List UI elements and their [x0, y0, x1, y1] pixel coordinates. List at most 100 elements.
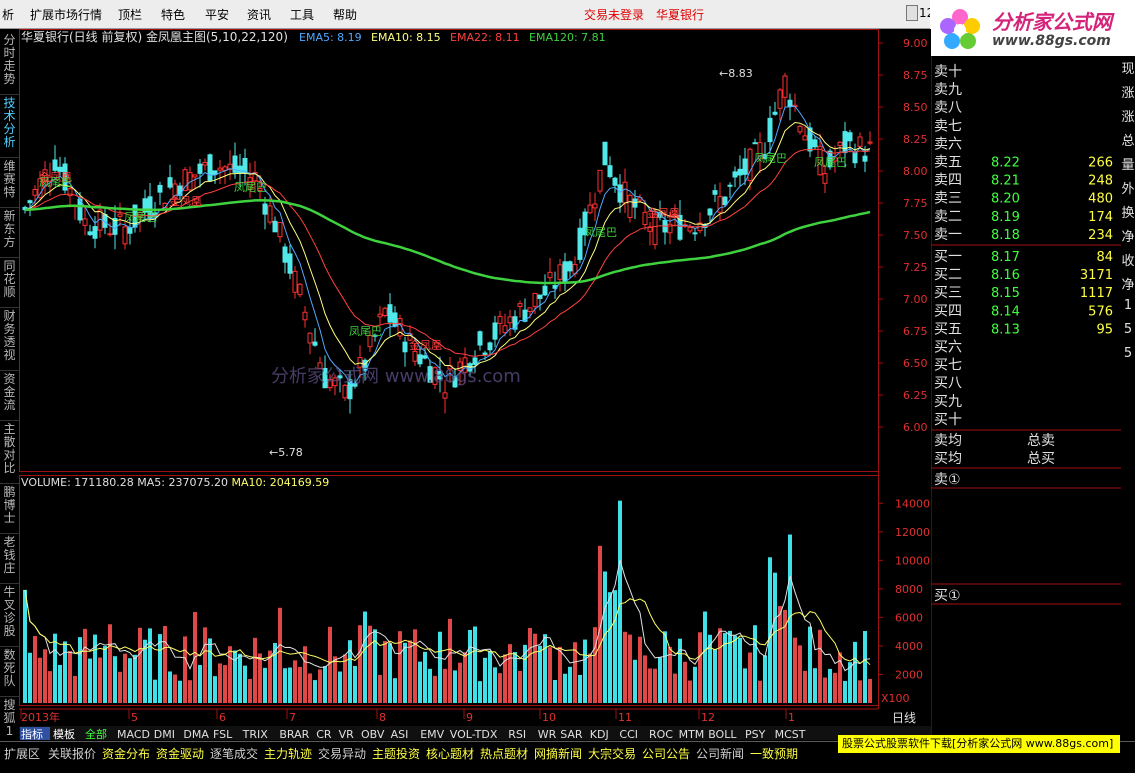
volume-bar [663, 631, 667, 703]
indicator-tab[interactable]: VR [339, 728, 355, 741]
indicator-tab[interactable]: ASI [391, 728, 409, 741]
bottom-tab[interactable]: 逐笔成交 [210, 745, 258, 762]
volume-bar [863, 631, 867, 703]
candle-body [177, 185, 183, 196]
indicator-tab[interactable]: EMV [420, 728, 444, 741]
bottom-tab[interactable]: 主题投资 [372, 745, 420, 762]
indicator-tab[interactable]: DMA [183, 728, 209, 741]
left-nav-item[interactable]: 财务透视 [0, 307, 19, 371]
x-axis-label: 11 [618, 711, 632, 724]
indicator-tab[interactable]: BRAR [279, 728, 309, 741]
left-nav-item[interactable]: 新东方 [0, 207, 19, 258]
candle-body [497, 315, 503, 324]
menu-item-news[interactable]: 资讯 [247, 6, 271, 23]
kline-chart[interactable]: ←8.83←5.78金凤凰凤尾巴凤尾巴金凤凰凤尾巴凤尾巴金凤凰凤尾巴金凤凰凤尾巴… [19, 29, 931, 741]
volume-bar [688, 680, 692, 703]
bottom-tab[interactable]: 资金分布 [102, 745, 150, 762]
bottom-tab[interactable]: 大宗交易 [588, 745, 636, 762]
left-nav-item[interactable]: 老钱庄 [0, 533, 19, 584]
menu-item-extended-market[interactable]: 扩展市场行情 [30, 6, 102, 23]
signal-label: 金凤凰 [169, 194, 202, 208]
sell-level-label: 卖三 [934, 191, 962, 207]
download-banner[interactable]: 股票公式股票软件下载[分析家公式网 www.88gs.com] [838, 735, 1120, 753]
candle-body [742, 158, 748, 175]
candle-body [577, 227, 583, 260]
indicator-tab[interactable]: 全部 [85, 727, 107, 741]
volume-bar [58, 664, 62, 703]
bottom-tab[interactable]: 网摘新闻 [534, 745, 582, 762]
menu-item-pingan[interactable]: 平安 [205, 6, 229, 23]
period-label[interactable]: 日线 [892, 711, 916, 725]
left-nav-item[interactable]: 资金流 [0, 370, 19, 421]
signal-label: 凤尾巴 [124, 211, 157, 224]
menu-item-topbar[interactable]: 顶栏 [118, 6, 142, 23]
bottom-tab[interactable]: 扩展区 [4, 745, 40, 762]
left-nav-item[interactable]: 技术分析 [0, 94, 19, 158]
indicator-tab[interactable]: CCI [619, 728, 638, 741]
menu-item-help[interactable]: 帮助 [333, 6, 357, 23]
bottom-tab[interactable]: 公司公告 [642, 745, 690, 762]
candle-body [767, 117, 773, 143]
bottom-tab[interactable]: 主力轨迹 [264, 745, 312, 762]
indicator-tab[interactable]: MTM [679, 728, 705, 741]
volume-bar [613, 590, 617, 703]
indicator-tab[interactable]: TRIX [242, 728, 269, 741]
volume-bar [298, 666, 302, 703]
left-nav-item[interactable]: 分时走势 [0, 31, 19, 95]
bottom-tab[interactable]: 核心题材 [426, 745, 474, 762]
left-nav-item[interactable]: 搜狐1 [0, 696, 19, 747]
indicator-tab[interactable]: OBV [361, 728, 385, 741]
indicator-tab[interactable]: PSY [745, 728, 766, 741]
menu-item-analysis[interactable]: 析 [2, 6, 14, 23]
left-nav-item[interactable]: 主散对比 [0, 420, 19, 484]
left-nav-item[interactable]: 鹏博士 [0, 483, 19, 534]
indicator-tab[interactable]: DMI [154, 728, 175, 741]
indicator-tab[interactable]: BOLL [708, 728, 737, 741]
menu-item-tools[interactable]: 工具 [290, 6, 314, 23]
volume-bar [413, 629, 417, 703]
x-axis-label: 1 [788, 711, 795, 724]
indicator-tab[interactable]: VOL-TDX [450, 728, 498, 741]
login-status[interactable]: 交易未登录 [584, 6, 644, 23]
indicator-tab[interactable]: RSI [508, 728, 526, 741]
candle-body [747, 148, 753, 181]
indicator-tab[interactable]: MCST [775, 728, 806, 741]
window-control-icon[interactable] [906, 5, 918, 21]
volume-bar [33, 636, 37, 703]
bottom-tab[interactable]: 公司新闻 [696, 745, 744, 762]
indicator-tab[interactable]: WR [538, 728, 557, 741]
volume-bar [183, 636, 187, 703]
bottom-tab[interactable]: 交易异动 [318, 745, 366, 762]
volume-bar [868, 678, 872, 703]
left-nav-item[interactable]: 数死队 [0, 646, 19, 697]
candle-body [82, 218, 88, 226]
right-strip-label: 净 [1121, 230, 1135, 245]
indicator-tab[interactable]: KDJ [590, 728, 609, 741]
volume-bar [733, 635, 737, 703]
bottom-tab[interactable]: 资金驱动 [156, 745, 204, 762]
indicator-tab[interactable]: ROC [649, 728, 673, 741]
candle-body [157, 184, 163, 193]
volume-bar [153, 679, 157, 703]
menu-item-features[interactable]: 特色 [161, 6, 185, 23]
indicator-tab[interactable]: 模板 [53, 727, 75, 741]
left-nav-item[interactable]: 牛叉诊股 [0, 583, 19, 647]
volume-bar [93, 634, 97, 703]
volume-bar [553, 680, 557, 703]
indicator-tab[interactable]: SAR [560, 728, 583, 741]
candle-body [862, 155, 868, 162]
buy-volume: 3171 [1080, 268, 1113, 283]
left-nav-item[interactable]: 同花顺 [0, 257, 19, 308]
candle-body [617, 184, 623, 203]
bottom-tab[interactable]: 关联报价 [48, 745, 96, 762]
indicator-tab[interactable]: MACD [117, 728, 150, 741]
left-nav-item[interactable]: 维赛特 [0, 157, 19, 208]
price-axis-label: 9.00 [903, 37, 928, 50]
volume-bar [453, 670, 457, 703]
bottom-tab[interactable]: 热点题材 [480, 745, 528, 762]
bottom-tab[interactable]: 一致预期 [750, 745, 798, 762]
volume-bar [123, 653, 127, 703]
indicator-tab[interactable]: FSL [213, 728, 233, 741]
indicator-tab[interactable]: 指标 [21, 727, 43, 741]
indicator-tab[interactable]: CR [316, 728, 332, 741]
